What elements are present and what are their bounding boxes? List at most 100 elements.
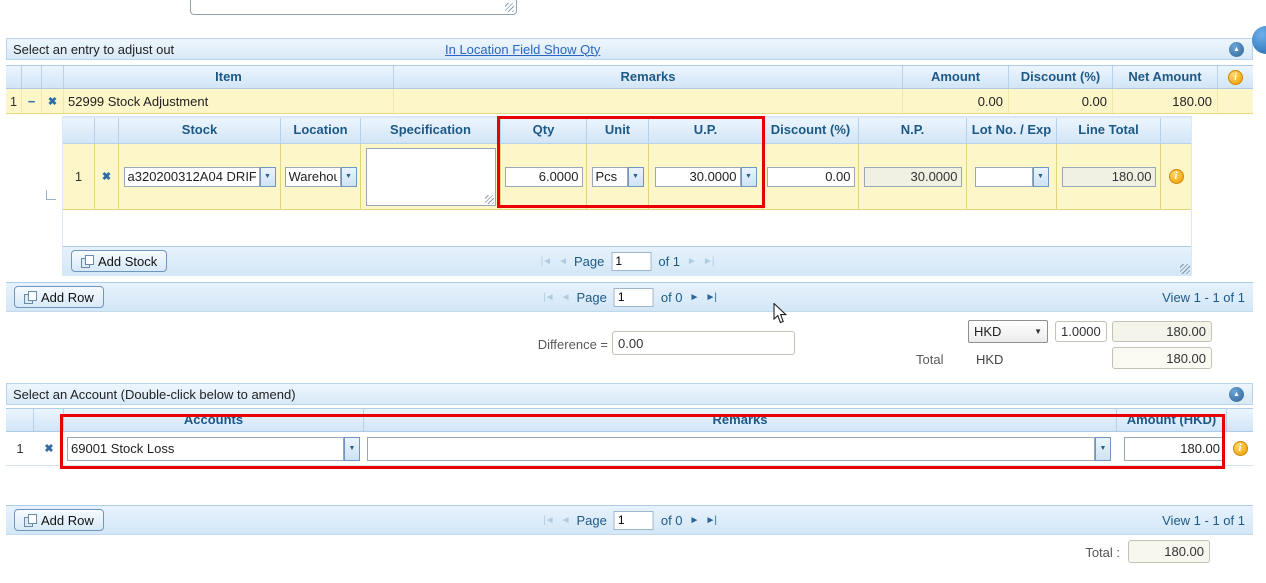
page-input[interactable] xyxy=(614,511,654,530)
stock-dropdown-icon[interactable]: ▼ xyxy=(260,167,276,187)
delete-row-cell[interactable]: ✖ xyxy=(42,89,64,113)
unit-dropdown-icon[interactable]: ▼ xyxy=(628,167,644,187)
delete-row-cell[interactable]: ✖ xyxy=(34,432,64,465)
location-dropdown-icon[interactable]: ▼ xyxy=(341,167,357,187)
row-info-cell: i xyxy=(1227,432,1253,465)
last-page-icon[interactable]: ►| xyxy=(705,292,716,303)
header-amount-hkd[interactable]: Amount (HKD) xyxy=(1117,409,1227,431)
location-combo: ▼ xyxy=(285,167,357,187)
lot-cell: ▼ xyxy=(967,144,1057,209)
header-remarks[interactable]: Remarks xyxy=(394,66,903,88)
currency-select[interactable]: HKD ▼ xyxy=(968,320,1048,343)
remarks-cell[interactable] xyxy=(394,89,903,113)
account-row[interactable]: 1 ✖ ▼ ▼ i xyxy=(6,432,1253,466)
chevron-down-icon: ▼ xyxy=(1034,327,1042,336)
header-amount[interactable]: Amount xyxy=(903,66,1009,88)
collapse-row-icon[interactable]: − xyxy=(28,94,36,109)
sub-delete-row-icon[interactable]: ✖ xyxy=(102,170,111,183)
sub-header-np[interactable]: N.P. xyxy=(859,118,967,143)
net-amount-cell[interactable]: 180.00 xyxy=(1113,89,1218,113)
grid-account-empty-area xyxy=(6,466,1253,505)
unit-input[interactable] xyxy=(592,167,628,187)
discount-line-input[interactable] xyxy=(767,167,855,187)
sub-header-lot[interactable]: Lot No. / Exp xyxy=(967,118,1057,143)
account-dropdown-icon[interactable]: ▼ xyxy=(344,437,360,461)
header-acc-remarks[interactable]: Remarks xyxy=(364,409,1117,431)
delete-row-icon[interactable]: ✖ xyxy=(44,442,53,455)
header-item[interactable]: Item xyxy=(64,66,394,88)
sub-header-discount[interactable]: Discount (%) xyxy=(763,118,859,143)
grid-account-footer: Add Row |◄ ◄ Page of 0 ► ►| View 1 - 1 o… xyxy=(6,505,1253,535)
prev-page-icon[interactable]: ◄ xyxy=(561,515,570,526)
sub-header-line-total[interactable]: Line Total xyxy=(1057,118,1161,143)
first-page-icon[interactable]: |◄ xyxy=(543,292,554,303)
lot-input[interactable] xyxy=(975,167,1033,187)
next-page-icon[interactable]: ► xyxy=(690,292,699,303)
row-number: 1 xyxy=(6,89,22,113)
next-page-icon[interactable]: ► xyxy=(690,515,699,526)
sub-header-location[interactable]: Location xyxy=(281,118,361,143)
location-input[interactable] xyxy=(285,167,341,187)
header-discount[interactable]: Discount (%) xyxy=(1009,66,1113,88)
discount-cell[interactable]: 0.00 xyxy=(1009,89,1113,113)
sub-header-specification[interactable]: Specification xyxy=(361,118,501,143)
total-currency-label: HKD xyxy=(976,352,1003,367)
sub-header-qty[interactable]: Qty xyxy=(501,118,587,143)
page-input[interactable] xyxy=(614,288,654,307)
acc-remarks-input[interactable] xyxy=(367,437,1095,461)
last-page-icon[interactable]: ►| xyxy=(705,515,716,526)
header-info-col xyxy=(1227,409,1253,431)
difference-input[interactable] xyxy=(612,331,795,355)
specification-cell xyxy=(361,144,501,209)
acc-remarks-combo: ▼ xyxy=(367,437,1111,461)
page-input[interactable] xyxy=(611,252,651,271)
item-cell[interactable]: 52999 Stock Adjustment xyxy=(64,89,394,113)
first-page-icon[interactable]: |◄ xyxy=(541,256,552,267)
account-combo: ▼ xyxy=(67,437,360,461)
add-row-label: Add Row xyxy=(41,513,94,528)
resize-grip-icon[interactable] xyxy=(505,3,514,12)
sub-header-stock[interactable]: Stock xyxy=(119,118,281,143)
acc-remarks-dropdown-icon[interactable]: ▼ xyxy=(1095,437,1111,461)
header-accounts[interactable]: Accounts xyxy=(64,409,364,431)
spec-resize-grip-icon[interactable] xyxy=(485,195,494,204)
add-stock-label: Add Stock xyxy=(98,254,157,269)
amount-cell[interactable]: 0.00 xyxy=(903,89,1009,113)
acc-amount-input[interactable] xyxy=(1124,437,1224,461)
add-row-button[interactable]: Add Row xyxy=(14,286,104,308)
in-location-show-qty-link[interactable]: In Location Field Show Qty xyxy=(445,42,600,57)
prev-page-icon[interactable]: ◄ xyxy=(561,292,570,303)
stock-input[interactable] xyxy=(124,167,260,187)
stock-row[interactable]: 1 ✖ ▼ ▼ xyxy=(63,144,1191,210)
top-remarks-textarea[interactable] xyxy=(190,0,517,15)
account-input[interactable] xyxy=(67,437,344,461)
header-net-amount[interactable]: Net Amount xyxy=(1113,66,1218,88)
add-stock-button[interactable]: Add Stock xyxy=(71,250,167,272)
floating-help-button[interactable] xyxy=(1252,26,1266,54)
next-page-icon[interactable]: ► xyxy=(687,256,696,267)
subgrid-resize-handle[interactable] xyxy=(1180,264,1190,274)
subgrid-connector xyxy=(46,190,56,200)
collapse-panel-button[interactable]: ▲ xyxy=(1229,42,1244,57)
up-dropdown-icon[interactable]: ▼ xyxy=(741,167,757,187)
qty-input[interactable] xyxy=(505,167,583,187)
collapse-subgrid-cell[interactable]: − xyxy=(22,89,42,113)
sub-header-unit[interactable]: Unit xyxy=(587,118,649,143)
specification-textarea[interactable] xyxy=(366,148,496,206)
add-account-row-button[interactable]: Add Row xyxy=(14,509,104,531)
account-info-icon[interactable]: i xyxy=(1233,441,1248,456)
line-info-icon[interactable]: i xyxy=(1169,169,1184,184)
prev-page-icon[interactable]: ◄ xyxy=(558,256,567,267)
item-row[interactable]: 1 − ✖ 52999 Stock Adjustment 0.00 0.00 1… xyxy=(6,89,1253,114)
delete-row-icon[interactable]: ✖ xyxy=(48,95,57,108)
info-icon[interactable]: i xyxy=(1228,70,1243,85)
sub-delete-cell[interactable]: ✖ xyxy=(95,144,119,209)
grid-out-pager: |◄ ◄ Page of 0 ► ►| xyxy=(543,288,716,307)
sub-header-up[interactable]: U.P. xyxy=(649,118,763,143)
up-input[interactable] xyxy=(655,167,741,187)
exchange-rate-input[interactable] xyxy=(1055,321,1107,342)
first-page-icon[interactable]: |◄ xyxy=(543,515,554,526)
last-page-icon[interactable]: ►| xyxy=(703,256,714,267)
lot-dropdown-icon[interactable]: ▼ xyxy=(1033,167,1049,187)
collapse-panel-button[interactable]: ▲ xyxy=(1229,387,1244,402)
